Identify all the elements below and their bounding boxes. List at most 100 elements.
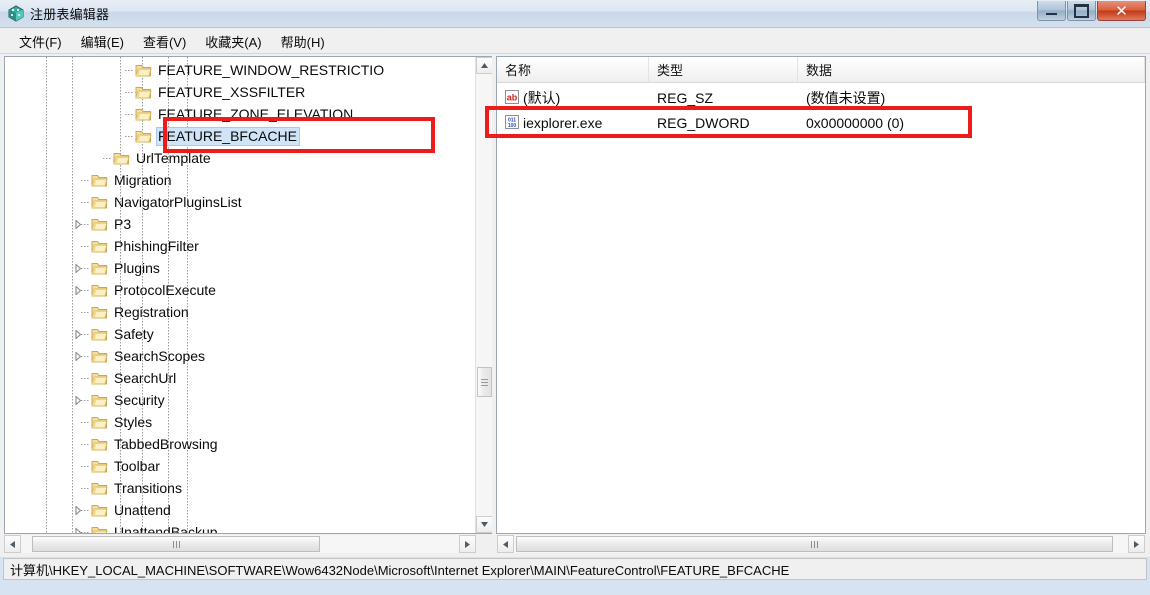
tree-node[interactable]: SearchUrl [5, 367, 492, 389]
tree-connector-line [81, 312, 90, 313]
folder-icon [91, 283, 108, 298]
maximize-button[interactable] [1067, 1, 1096, 21]
tree-node[interactable]: NavigatorPluginsList [5, 191, 492, 213]
tree-node[interactable]: Unattend [5, 499, 492, 521]
tree-node-label[interactable]: Styles [112, 413, 155, 432]
value-type-cell[interactable]: REG_DWORD [657, 110, 750, 135]
value-name-cell[interactable]: (默认) [523, 85, 560, 110]
registry-value-row[interactable]: ab (默认) REG_SZ (数值未设置) [497, 85, 1145, 110]
tree-node[interactable]: Styles [5, 411, 492, 433]
tree-node-label[interactable]: FEATURE_XSSFILTER [156, 83, 308, 102]
folder-icon [91, 459, 108, 474]
minimize-icon [1038, 1, 1065, 20]
list-scroll-left-button[interactable] [497, 535, 514, 553]
tree-connector-line [81, 400, 90, 401]
column-type[interactable]: 类型 [649, 57, 798, 82]
tree-vertical-scrollbar[interactable] [475, 57, 492, 533]
tree-node[interactable]: Transitions [5, 477, 492, 499]
tree-node[interactable]: Migration [5, 169, 492, 191]
list-horizontal-scrollbar-thumb[interactable] [516, 536, 1113, 552]
tree-scroll-left-button[interactable] [4, 535, 21, 553]
registry-value-list-pane[interactable]: 名称 类型 数据 ab (默认) REG_SZ (数值未设置) 011 100 iexplore… [496, 56, 1146, 534]
registry-tree-pane[interactable]: FEATURE_WINDOW_RESTRICTIO FEATURE_XSSFILT… [4, 56, 492, 534]
value-data-cell[interactable]: 0x00000000 (0) [806, 110, 904, 135]
tree-node-label[interactable]: Toolbar [112, 457, 163, 476]
tree-node[interactable]: Safety [5, 323, 492, 345]
tree-node[interactable]: Toolbar [5, 455, 492, 477]
tree-connector-line [81, 466, 90, 467]
tree-node-label[interactable]: UrlTemplate [134, 149, 214, 168]
value-data-cell[interactable]: (数值未设置) [806, 85, 885, 110]
menu-file[interactable]: 文件(F) [10, 29, 72, 54]
tree-horizontal-scrollbar[interactable] [4, 535, 476, 553]
minimize-button[interactable] [1037, 1, 1066, 21]
tree-connector-line [81, 444, 90, 445]
tree-node-label[interactable]: FEATURE_WINDOW_RESTRICTIO [156, 61, 387, 80]
tree-scroll-down-button[interactable] [476, 516, 492, 533]
tree-node-label[interactable]: SearchUrl [112, 369, 179, 388]
tree-node[interactable]: FEATURE_ZONE_ELEVATION [5, 103, 492, 125]
tree-connector-line [81, 488, 90, 489]
folder-icon [91, 525, 108, 533]
tree-node-label[interactable]: Registration [112, 303, 192, 322]
tree-node-label[interactable]: Unattend [112, 501, 174, 520]
tree-node-label[interactable]: Migration [112, 171, 175, 190]
close-button[interactable]: ✕ [1097, 1, 1146, 21]
tree-node[interactable]: SearchScopes [5, 345, 492, 367]
menu-help[interactable]: 帮助(H) [272, 29, 335, 54]
tree-node-label[interactable]: SearchScopes [112, 347, 208, 366]
tree-node-label[interactable]: TabbedBrowsing [112, 435, 221, 454]
tree-node[interactable]: Registration [5, 301, 492, 323]
folder-icon [91, 437, 108, 452]
tree-node[interactable]: UnattendBackup [5, 521, 492, 533]
tree-node-label[interactable]: Transitions [112, 479, 185, 498]
tree-scroll-up-button[interactable] [476, 57, 492, 74]
tree-node-label[interactable]: UnattendBackup [112, 523, 221, 533]
value-type-cell[interactable]: REG_SZ [657, 85, 713, 110]
tree-node[interactable]: UrlTemplate [5, 147, 492, 169]
tree-node[interactable]: FEATURE_XSSFILTER [5, 81, 492, 103]
tree-node-label[interactable]: P3 [112, 215, 134, 234]
tree-horizontal-scrollbar-thumb[interactable] [32, 536, 320, 552]
tree-connector-line [103, 158, 112, 159]
tree-connector-line [125, 70, 134, 71]
tree-connector-line [81, 356, 90, 357]
close-icon: ✕ [1115, 2, 1128, 20]
string-value-icon: ab [504, 89, 520, 105]
tree-node[interactable]: P3 [5, 213, 492, 235]
tree-node[interactable]: Plugins [5, 257, 492, 279]
tree-node-label[interactable]: Safety [112, 325, 157, 344]
registry-value-row[interactable]: 011 100 iexplorer.exe REG_DWORD 0x00000000 (… [497, 110, 1145, 135]
folder-icon [91, 393, 108, 408]
tree-node-label[interactable]: ProtocolExecute [112, 281, 219, 300]
menu-edit[interactable]: 编辑(E) [72, 29, 134, 54]
title-bar[interactable]: 注册表编辑器 ✕ [0, 0, 1150, 28]
column-name[interactable]: 名称 [497, 57, 649, 82]
tree-connector-line [81, 224, 90, 225]
window-controls: ✕ [1036, 1, 1146, 21]
menu-favorites[interactable]: 收藏夹(A) [196, 29, 271, 54]
tree-connector-line [125, 114, 134, 115]
tree-node[interactable]: FEATURE_BFCACHE [5, 125, 492, 147]
folder-icon [135, 129, 152, 144]
tree-node-label[interactable]: Plugins [112, 259, 163, 278]
tree-node[interactable]: FEATURE_WINDOW_RESTRICTIO [5, 59, 492, 81]
list-horizontal-scrollbar[interactable] [497, 535, 1145, 553]
value-name-cell[interactable]: iexplorer.exe [523, 110, 602, 135]
tree-scroll-right-button[interactable] [459, 535, 476, 553]
tree-node-label-selected[interactable]: FEATURE_BFCACHE [156, 127, 300, 146]
tree-connector-line [81, 334, 90, 335]
menu-view[interactable]: 查看(V) [134, 29, 196, 54]
tree-node[interactable]: TabbedBrowsing [5, 433, 492, 455]
tree-node-label[interactable]: Security [112, 391, 168, 410]
list-scroll-right-button[interactable] [1128, 535, 1145, 553]
tree-node[interactable]: ProtocolExecute [5, 279, 492, 301]
tree-node[interactable]: PhishingFilter [5, 235, 492, 257]
tree-vertical-scrollbar-thumb[interactable] [477, 367, 492, 397]
tree-node[interactable]: Security [5, 389, 492, 411]
folder-icon [91, 217, 108, 232]
tree-node-label[interactable]: PhishingFilter [112, 237, 202, 256]
column-data[interactable]: 数据 [798, 57, 1145, 82]
tree-node-label[interactable]: FEATURE_ZONE_ELEVATION [156, 105, 356, 124]
tree-node-label[interactable]: NavigatorPluginsList [112, 193, 245, 212]
